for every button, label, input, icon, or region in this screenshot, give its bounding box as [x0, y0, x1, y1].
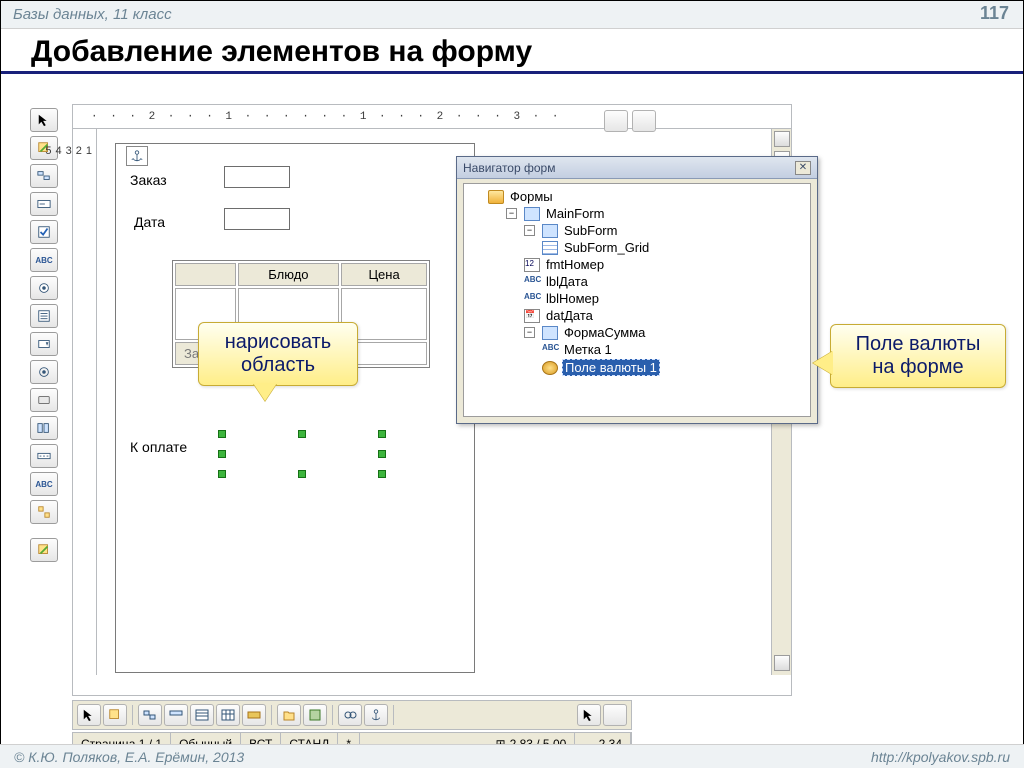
- breadcrumb: Базы данных, 11 класс: [13, 6, 172, 23]
- anchor-icon: [126, 146, 148, 166]
- tree-sumform[interactable]: −ФормаСумма: [518, 324, 810, 341]
- callout-currency-field: Поле валюты на форме: [830, 324, 1006, 388]
- toolbar-button-b[interactable]: [632, 110, 656, 132]
- form-control-tool[interactable]: [30, 164, 58, 188]
- tree-currency-field[interactable]: Поле валюты 1: [536, 358, 810, 377]
- header-strip: Базы данных, 11 класс 117: [1, 1, 1023, 29]
- toolbar-right: [604, 110, 664, 134]
- checkbox-tool[interactable]: [30, 220, 58, 244]
- date-label: Дата: [134, 214, 165, 230]
- footer-url: http://kpolyakov.spb.ru: [871, 749, 1010, 765]
- pointer-tool[interactable]: [30, 108, 58, 132]
- callout-draw-area: нарисовать область: [198, 322, 358, 386]
- form-navigator-title: Навигатор форм: [463, 161, 555, 175]
- copyright: © К.Ю. Поляков, Е.А. Ерёмин, 2013: [14, 749, 244, 765]
- bt-nav-icon[interactable]: [242, 704, 266, 726]
- total-label: К оплате: [130, 439, 187, 455]
- bt-link-icon[interactable]: [338, 704, 362, 726]
- bt-pointer2-icon[interactable]: [577, 704, 601, 726]
- control-palette: ABC ABC: [30, 108, 64, 566]
- bt-more-icon[interactable]: [603, 704, 627, 726]
- tree-subform-grid[interactable]: SubForm_Grid: [536, 239, 810, 256]
- toolbar-button-a[interactable]: [604, 110, 628, 132]
- more-tool[interactable]: [30, 500, 58, 524]
- grid-col-dish[interactable]: Блюдо: [238, 263, 340, 286]
- close-icon[interactable]: ✕: [795, 161, 811, 175]
- tree-mainform[interactable]: −MainForm: [500, 205, 810, 222]
- order-label: Заказ: [130, 172, 167, 188]
- design-mode-tool[interactable]: [30, 136, 58, 160]
- label-tool[interactable]: ABC: [30, 248, 58, 272]
- bt-edit-icon[interactable]: [138, 704, 162, 726]
- textbox-tool[interactable]: [30, 192, 58, 216]
- bt-open-icon[interactable]: [277, 704, 301, 726]
- tree-fmtnum[interactable]: 12fmtНомер: [518, 256, 810, 273]
- form-navigator-tree[interactable]: Формы −MainForm −SubForm SubForm_Grid 12…: [463, 183, 811, 417]
- tree-label1[interactable]: ABCМетка 1: [536, 341, 810, 358]
- listbox-tool[interactable]: [30, 304, 58, 328]
- scroll-down-button[interactable]: [774, 655, 790, 671]
- form-paper: Заказ Дата БлюдоЦена Запись К оплате: [115, 143, 475, 673]
- scroll-up-button[interactable]: [774, 131, 790, 147]
- footer: © К.Ю. Поляков, Е.А. Ерёмин, 2013 http:/…: [0, 744, 1024, 768]
- form-navigator-titlebar[interactable]: Навигатор форм ✕: [457, 157, 817, 179]
- tree-subform[interactable]: −SubForm: [518, 222, 810, 239]
- bt-form-icon[interactable]: [190, 704, 214, 726]
- abc-tool[interactable]: ABC: [30, 472, 58, 496]
- bottom-toolbar: [72, 700, 632, 730]
- bt-grid-icon[interactable]: [216, 704, 240, 726]
- radio-tool[interactable]: [30, 276, 58, 300]
- currency-field-selection[interactable]: [222, 434, 382, 474]
- tree-datdate[interactable]: 📅datДата: [518, 307, 810, 324]
- page-title: Добавление элементов на форму: [1, 29, 1023, 74]
- grid-col-price[interactable]: Цена: [341, 263, 427, 286]
- wizard-tool[interactable]: [30, 538, 58, 562]
- tree-root[interactable]: Формы: [482, 188, 810, 205]
- bt-pointer-icon[interactable]: [77, 704, 101, 726]
- combo-tool[interactable]: [30, 332, 58, 356]
- vertical-ruler: 12345: [73, 129, 97, 675]
- bt-design-icon[interactable]: [103, 704, 127, 726]
- bt-anchor-icon[interactable]: [364, 704, 388, 726]
- image-tool[interactable]: [30, 360, 58, 384]
- bt-table-icon[interactable]: [164, 704, 188, 726]
- page-number: 117: [980, 3, 1009, 24]
- date-field[interactable]: [224, 208, 290, 230]
- bt-save-icon[interactable]: [303, 704, 327, 726]
- option-tool[interactable]: [30, 416, 58, 440]
- tree-lblnum[interactable]: ABClblНомер: [518, 290, 810, 307]
- form-navigator-window[interactable]: Навигатор форм ✕ Формы −MainForm −SubFor…: [456, 156, 818, 424]
- push-button-tool[interactable]: [30, 388, 58, 412]
- order-field[interactable]: [224, 166, 290, 188]
- nav-bar-tool[interactable]: [30, 444, 58, 468]
- tree-lbldate[interactable]: ABClblДата: [518, 273, 810, 290]
- horizontal-ruler: · · · 2 · · · 1 · · · · · · 1 · · · 2 · …: [73, 105, 791, 129]
